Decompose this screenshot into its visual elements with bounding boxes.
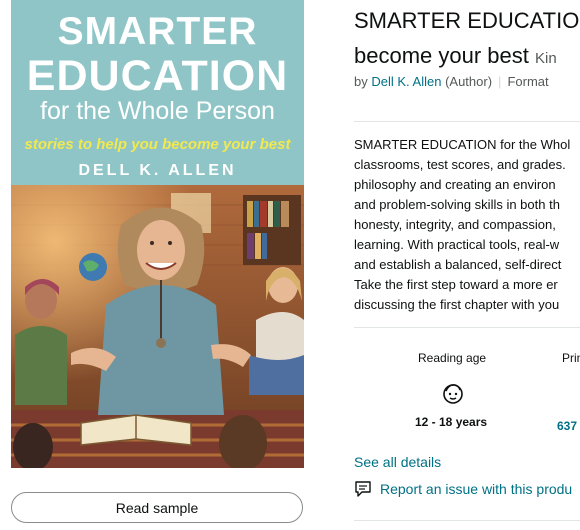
book-cover-image[interactable]: SMARTER EDUCATION for the Whole Person s…	[11, 0, 304, 468]
divider	[354, 121, 580, 122]
cover-subtitle: for the Whole Person	[40, 97, 275, 125]
report-issue-link[interactable]: Report an issue with this produ	[354, 480, 572, 498]
feedback-icon	[355, 481, 371, 497]
by-label: by	[354, 74, 368, 89]
byline: by Dell K. Allen (Author) | Format	[354, 74, 549, 89]
author-link[interactable]: Dell K. Allen	[371, 74, 441, 89]
description-line: learning. With practical tools, real-w	[354, 237, 560, 252]
description-line: Take the first step toward a more er	[354, 277, 558, 292]
report-issue-text[interactable]: Report an issue with this produ	[380, 481, 572, 497]
product-description: SMARTER EDUCATION for the Whol classroom…	[354, 135, 580, 315]
cover-title-education: EDUCATION	[26, 52, 289, 100]
product-details-panel: SMARTER EDUCATIO become your best Kin by…	[354, 0, 580, 530]
cover-tagline: stories to help you become your best	[24, 136, 291, 153]
read-sample-button[interactable]: Read sample	[11, 492, 303, 523]
description-line: philosophy and creating an environ	[354, 177, 556, 192]
description-line: and problem-solving skills in both th	[354, 197, 560, 212]
description-line: classrooms, test scores, and grades.	[354, 157, 566, 172]
print-length-value[interactable]: 637	[557, 419, 577, 433]
cover-illustration	[11, 185, 304, 468]
child-face-icon	[443, 384, 463, 404]
product-title-line2: become your best	[354, 43, 529, 68]
product-title-continued: become your best Kin	[354, 43, 557, 69]
print-length-label: Prin	[562, 351, 580, 365]
reading-age-label: Reading age	[418, 351, 487, 365]
see-all-details-link[interactable]: See all details	[354, 454, 441, 470]
description-line: discussing the first chapter with you	[354, 297, 560, 312]
description-line: honesty, integrity, and compassion,	[354, 217, 556, 232]
reading-age-value: 12 - 18 years	[415, 415, 488, 429]
divider	[354, 520, 580, 521]
cover-title-smarter: SMARTER	[57, 10, 258, 53]
divider	[354, 327, 580, 328]
description-line: and establish a balanced, self-direct	[354, 257, 562, 272]
description-line: SMARTER EDUCATION for the Whol	[354, 137, 571, 152]
byline-separator: |	[498, 74, 502, 89]
product-format-text: Kin	[535, 50, 557, 67]
product-title: SMARTER EDUCATIO	[354, 8, 580, 33]
format-label: Format	[507, 74, 549, 89]
cover-author: DELL K. ALLEN	[78, 162, 237, 179]
author-role: (Author)	[445, 74, 493, 89]
